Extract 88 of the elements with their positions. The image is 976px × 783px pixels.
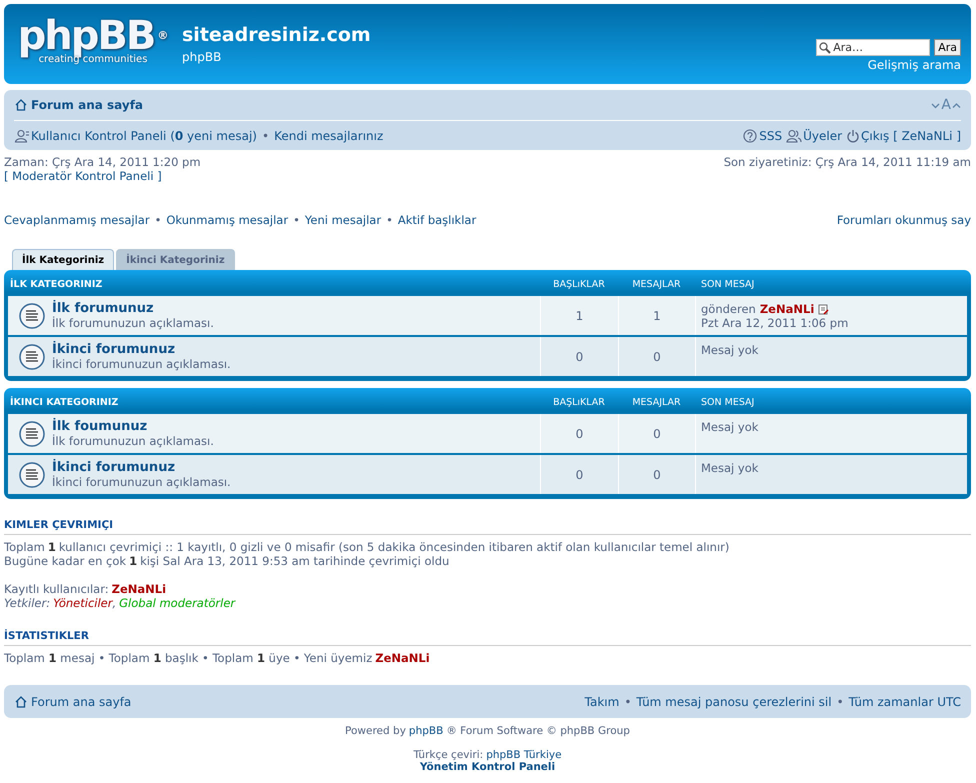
online-info-text: Toplam 1 kullanıcı çevrimiçi :: 1 kayıtlı, 0 gizli ve 0 misafir (son 5 dakika öncesinden itibaren aktif olan kullanıcılar temel alınır)	[4, 540, 730, 554]
footer-link[interactable]: Tüm mesaj panosu çerezlerini sil	[636, 694, 832, 708]
powered-by-text: Powered by	[345, 725, 406, 737]
forum-title-link[interactable]: İlk forumunuz	[52, 301, 214, 316]
separator: •	[154, 213, 162, 227]
tab[interactable]: İkinci Kategoriniz	[116, 249, 235, 270]
chevron-up-icon	[952, 102, 961, 108]
search-link[interactable]: Cevaplanmamış mesajlar	[4, 213, 150, 227]
copyright-text: ® Forum Software © phpBB Group	[446, 725, 630, 737]
column-header: BAŞLıKLAR	[552, 278, 606, 290]
category-title[interactable]: İKINCI KATEGORINIZ	[8, 396, 540, 408]
mark-read-link[interactable]: Forumları okunmuş say	[836, 213, 971, 227]
statistics-text: Toplam 1 mesaj • Toplam 1 başlık • Toplam 1 üye • Yeni üyemiz ZeNaNLi	[4, 651, 431, 665]
legend-label: Yetkiler:	[4, 596, 50, 610]
post-count: 0	[618, 337, 695, 376]
translation-text: Türkçe çeviri:	[413, 749, 484, 761]
footer-link[interactable]: Tüm zamanlar UTC	[848, 694, 961, 708]
no-posts-text: Mesaj yok	[701, 420, 760, 434]
username-link[interactable]: ZeNaNLi	[375, 651, 430, 665]
current-time: Zaman: Çrş Ara 14, 2011 1:20 pm	[4, 155, 201, 169]
breadcrumb-link[interactable]: Forum ana sayfa	[14, 694, 132, 708]
no-posts-text: Mesaj yok	[701, 343, 760, 357]
nav-link[interactable]: SSS	[743, 128, 782, 142]
nav-link[interactable]: Üyeler	[786, 128, 842, 142]
separator: •	[293, 213, 300, 227]
forum-read-icon	[18, 342, 46, 370]
column-header: MESAJLAR	[631, 278, 682, 290]
search-link[interactable]: Yeni mesajlar	[304, 213, 382, 227]
nav-link[interactable]: Kendi mesajlarınız	[274, 128, 384, 142]
topic-count: 0	[540, 455, 618, 494]
tab[interactable]: İlk Kategoriniz	[12, 249, 114, 270]
topic-count: 0	[540, 337, 618, 376]
search-link[interactable]: Aktif başlıklar	[398, 213, 476, 227]
forum-description: İlk forumunuzun açıklaması.	[52, 316, 214, 330]
registered-users-label: Kayıtlı kullanıcılar:	[4, 582, 109, 596]
forum-description: İlk forumunuzun açıklaması.	[52, 434, 214, 448]
separator: •	[262, 128, 270, 142]
user-icon	[14, 128, 30, 142]
forum-title-link[interactable]: İkinci forumunuz	[52, 460, 231, 475]
nav-link[interactable]: Kullanıcı Kontrol Paneli (0 yeni mesaj)	[14, 128, 257, 142]
forum-title-link[interactable]: İkinci forumunuz	[52, 342, 231, 357]
separator: ,	[112, 596, 116, 610]
separator: •	[386, 213, 393, 227]
chevron-down-icon	[931, 102, 940, 108]
search-button[interactable]: Ara	[934, 39, 961, 56]
forum-title-link[interactable]: İlk foumunuz	[52, 419, 214, 434]
search-field[interactable]: Ara…	[816, 39, 930, 56]
no-posts-text: Mesaj yok	[701, 461, 760, 475]
column-header: SON MESAJ	[700, 396, 756, 408]
separator: •	[836, 694, 844, 708]
forum-read-icon	[18, 420, 46, 448]
footer-link[interactable]: Takım	[584, 694, 620, 708]
search-link[interactable]: Okunmamış mesajlar	[166, 213, 288, 227]
username-link[interactable]: ZeNaNLi	[112, 582, 166, 596]
nav-link[interactable]: Çıkış [ ZeNaNLi ]	[846, 128, 961, 142]
username-link[interactable]: ZeNaNLi	[760, 302, 814, 316]
posted-by-label: gönderen	[701, 302, 756, 316]
column-header: MESAJLAR	[631, 396, 682, 408]
online-info-text: Bugüne kadar en çok 1 kişi Sal Ara 13, 2011 9:53 am tarihinde çevrimiçi oldu	[4, 554, 450, 568]
breadcrumb-link[interactable]: Forum ana sayfa	[14, 98, 144, 112]
category-title[interactable]: İLK KATEGORINIZ	[8, 278, 540, 290]
users-icon	[786, 128, 802, 142]
translation-link[interactable]: phpBB Türkiye	[486, 749, 562, 761]
help-icon	[743, 128, 758, 142]
last-visit: Son ziyaretiniz: Çrş Ara 14, 2011 11:19 am	[724, 155, 971, 169]
post-count: 0	[618, 455, 695, 494]
home-icon	[14, 98, 28, 112]
admin-panel-link[interactable]: Yönetim Kontrol Paneli	[420, 761, 556, 773]
forum-read-icon	[18, 460, 46, 488]
site-title[interactable]: siteadresiniz.com	[182, 24, 816, 46]
home-icon	[14, 694, 28, 708]
phpbb-link[interactable]: phpBB	[408, 725, 444, 737]
group-link[interactable]: Yöneticiler	[53, 596, 112, 610]
column-header: BAŞLıKLAR	[552, 396, 606, 408]
moderator-panel-link[interactable]: [ Moderatör Kontrol Paneli ]	[4, 169, 201, 183]
section-heading: İSTATISTIKLER	[4, 630, 971, 646]
view-post-icon[interactable]	[818, 304, 830, 314]
section-heading: KIMLER ÇEVRIMIÇI	[4, 519, 971, 535]
forum-description: İkinci forumunuzun açıklaması.	[52, 357, 231, 371]
search-icon	[819, 42, 832, 54]
column-header: SON MESAJ	[700, 278, 756, 290]
post-date: Pzt Ara 12, 2011 1:06 pm	[701, 316, 850, 330]
forum-read-icon	[18, 302, 46, 330]
forum-description: İkinci forumunuzun açıklaması.	[52, 475, 231, 489]
site-logo[interactable]: phpBB$^{®}$ creating communities	[18, 16, 168, 66]
separator: •	[624, 694, 632, 708]
power-icon	[846, 128, 860, 142]
site-description: phpBB	[182, 50, 222, 64]
